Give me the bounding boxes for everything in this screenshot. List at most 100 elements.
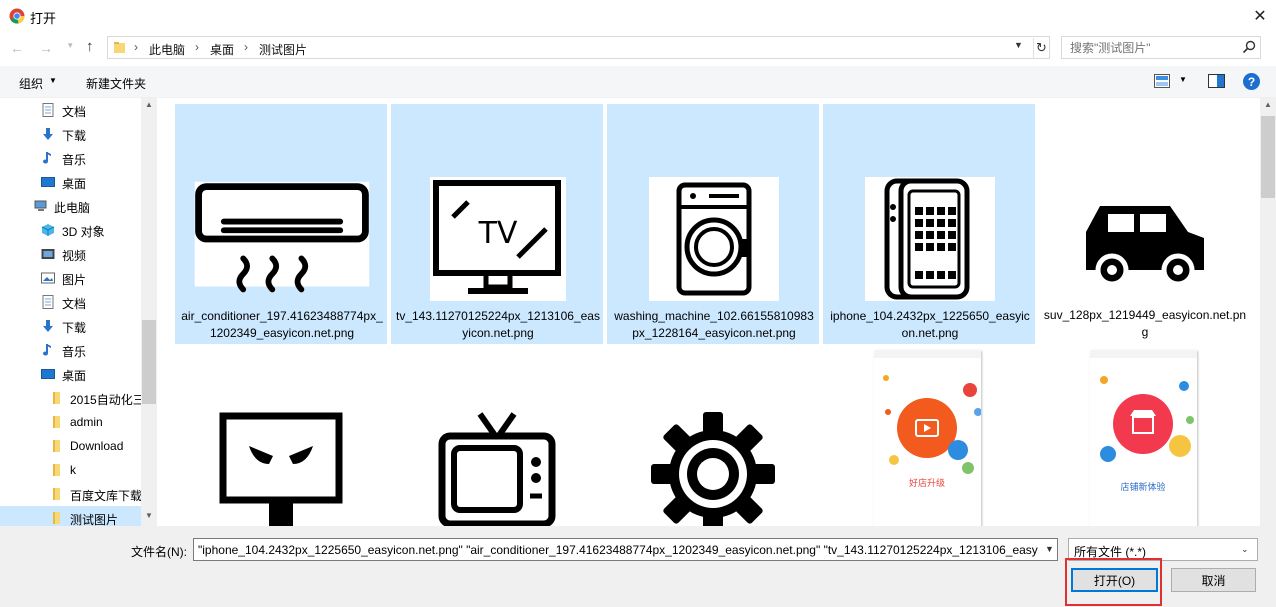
sidebar-item-label: 桌面 (62, 177, 87, 191)
back-arrow-icon[interactable]: ← (10, 40, 28, 56)
file-tile[interactable]: washing_machine_102.66155810983px_122816… (607, 104, 819, 344)
new-folder-button[interactable]: 新建文件夹 (86, 75, 146, 92)
content-scrollbar[interactable]: ▲ (1260, 98, 1276, 526)
sidebar-item-folder-baidu[interactable]: 百度文库下载 (0, 482, 141, 506)
tv-monitor-icon: TV (430, 177, 566, 301)
file-tile[interactable]: air_conditioner_197.41623488774px_120234… (175, 104, 387, 344)
sidebar-item-videos[interactable]: 视频 (0, 242, 141, 266)
sidebar-item-label: 图片 (62, 273, 87, 287)
washing-machine-icon (649, 177, 779, 301)
file-tile[interactable]: 店铺新体验 (1039, 350, 1251, 526)
refresh-icon[interactable]: ↻ (1033, 38, 1049, 58)
address-bar[interactable]: › 此电脑 › 桌面 › 测试图片 ▼ ↻ (107, 36, 1050, 59)
search-icon[interactable] (1242, 40, 1256, 54)
computer-icon (34, 200, 47, 211)
sidebar-item-folder-test-images[interactable]: 测试图片 (0, 506, 141, 526)
scrollbar-thumb[interactable] (142, 320, 156, 404)
scroll-up-icon[interactable]: ▲ (141, 100, 157, 114)
sidebar-item-label: 百度文库下载 (70, 489, 141, 503)
folder-icon (53, 416, 60, 428)
breadcrumb-separator[interactable]: › (134, 40, 138, 54)
search-input[interactable] (1070, 40, 1240, 56)
thumbnail (184, 408, 378, 526)
sidebar-item-desktop[interactable]: 桌面 (0, 362, 141, 386)
recent-locations-chevron-icon[interactable]: ▾ (68, 40, 80, 56)
sidebar-item-desktop[interactable]: 桌面 (0, 170, 141, 194)
filetype-select[interactable]: 所有文件 (*.*) ⌄ (1068, 538, 1258, 561)
scroll-down-icon[interactable]: ▼ (141, 511, 157, 525)
thumbnail: TV (401, 177, 595, 301)
bottom-panel: 文件名(N): ▼ 所有文件 (*.*) ⌄ 打开(O) 取消 (0, 526, 1276, 607)
sidebar-item-pictures[interactable]: 图片 (0, 266, 141, 290)
sidebar-item-downloads[interactable]: 下载 (0, 314, 141, 338)
help-icon[interactable]: ? (1243, 73, 1260, 90)
thumbnail (616, 408, 810, 526)
navigation-pane[interactable]: 文档 下载 音乐 桌面 此电脑 3D 对象 视频 图片 文档 下载 音乐 桌面 … (0, 98, 157, 526)
app-caption: 店铺新体验 (1120, 481, 1165, 493)
thumbnail (617, 177, 811, 301)
sidebar-item-music[interactable]: 音乐 (0, 338, 141, 362)
file-tile[interactable]: 好店升级 (823, 350, 1035, 526)
sidebar-scrollbar[interactable]: ▲ ▼ (141, 98, 157, 526)
file-tile[interactable]: TV tv_143.11270125224px_1213106_easyicon… (391, 104, 603, 344)
cancel-button[interactable]: 取消 (1171, 568, 1256, 592)
desktop-icon (41, 369, 55, 379)
sidebar-item-label: 桌面 (62, 369, 87, 383)
sidebar-item-downloads[interactable]: 下载 (0, 122, 141, 146)
scroll-up-icon[interactable]: ▲ (1260, 100, 1276, 114)
angry-monitor-icon (211, 408, 351, 526)
file-list[interactable]: air_conditioner_197.41623488774px_120234… (160, 98, 1260, 526)
sidebar-item-folder-download[interactable]: Download (0, 434, 141, 458)
filename-input[interactable] (198, 542, 1038, 558)
file-tile[interactable] (607, 350, 819, 526)
file-tile[interactable]: suv_128px_1219449_easyicon.net.png (1039, 104, 1251, 344)
breadcrumb-test-images[interactable]: 测试图片 (259, 41, 307, 58)
sidebar-item-label: 文档 (62, 297, 87, 311)
sidebar-item-3d-objects[interactable]: 3D 对象 (0, 218, 141, 242)
sidebar-item-label: 下载 (62, 129, 87, 143)
scrollbar-thumb[interactable] (1261, 116, 1275, 198)
thumbnail (185, 177, 379, 301)
chevron-down-icon[interactable]: ⌄ (1241, 544, 1249, 555)
sidebar-item-documents[interactable]: 文档 (0, 98, 141, 122)
iphone-icon (865, 177, 995, 301)
open-button[interactable]: 打开(O) (1071, 568, 1158, 592)
sidebar-item-this-pc[interactable]: 此电脑 (0, 194, 141, 218)
breadcrumb-this-pc[interactable]: 此电脑 (149, 41, 185, 58)
forward-arrow-icon[interactable]: → (39, 40, 57, 56)
sidebar-item-label: 下载 (62, 321, 87, 335)
preview-pane-icon[interactable] (1208, 74, 1225, 88)
music-icon (43, 152, 51, 164)
chevron-down-icon[interactable]: ▼ (1045, 544, 1061, 560)
file-tile[interactable] (391, 350, 603, 526)
folder-icon (53, 512, 60, 524)
breadcrumb-desktop[interactable]: 桌面 (210, 41, 234, 58)
sidebar-item-folder-k[interactable]: k (0, 458, 141, 482)
sidebar-item-documents[interactable]: 文档 (0, 290, 141, 314)
sidebar-item-folder-2015[interactable]: 2015自动化三 (0, 386, 141, 410)
thumbnail (1048, 176, 1242, 300)
chevron-down-icon[interactable]: ▼ (1179, 75, 1187, 84)
file-tile[interactable]: iphone_104.2432px_1225650_easyicon.net.p… (823, 104, 1035, 344)
sidebar-item-label: 此电脑 (54, 201, 91, 215)
close-button[interactable]: ✕ (1248, 4, 1272, 28)
file-tile[interactable] (175, 350, 387, 526)
file-name: iphone_104.2432px_1225650_easyicon.net.p… (830, 309, 1030, 340)
chrome-icon (9, 8, 25, 24)
title-bar: 打开 ✕ (0, 0, 1276, 32)
breadcrumb-separator[interactable]: › (195, 40, 199, 54)
thumbnail (833, 177, 1027, 301)
sidebar-item-folder-admin[interactable]: admin (0, 410, 141, 434)
thumbnail: 好店升级 (874, 350, 981, 526)
organize-menu[interactable]: 组织 (19, 75, 43, 92)
change-view-icon[interactable] (1154, 74, 1170, 88)
folder-icon (53, 392, 60, 404)
sidebar-item-music[interactable]: 音乐 (0, 146, 141, 170)
search-box[interactable] (1061, 36, 1261, 59)
up-arrow-icon[interactable]: ↑ (86, 38, 104, 56)
breadcrumb-separator[interactable]: › (244, 40, 248, 54)
filename-combobox[interactable] (193, 538, 1058, 561)
chevron-down-icon[interactable]: ▼ (49, 76, 57, 85)
thumbnail: 店铺新体验 (1090, 350, 1197, 526)
address-dropdown-icon[interactable]: ▼ (1014, 40, 1028, 56)
